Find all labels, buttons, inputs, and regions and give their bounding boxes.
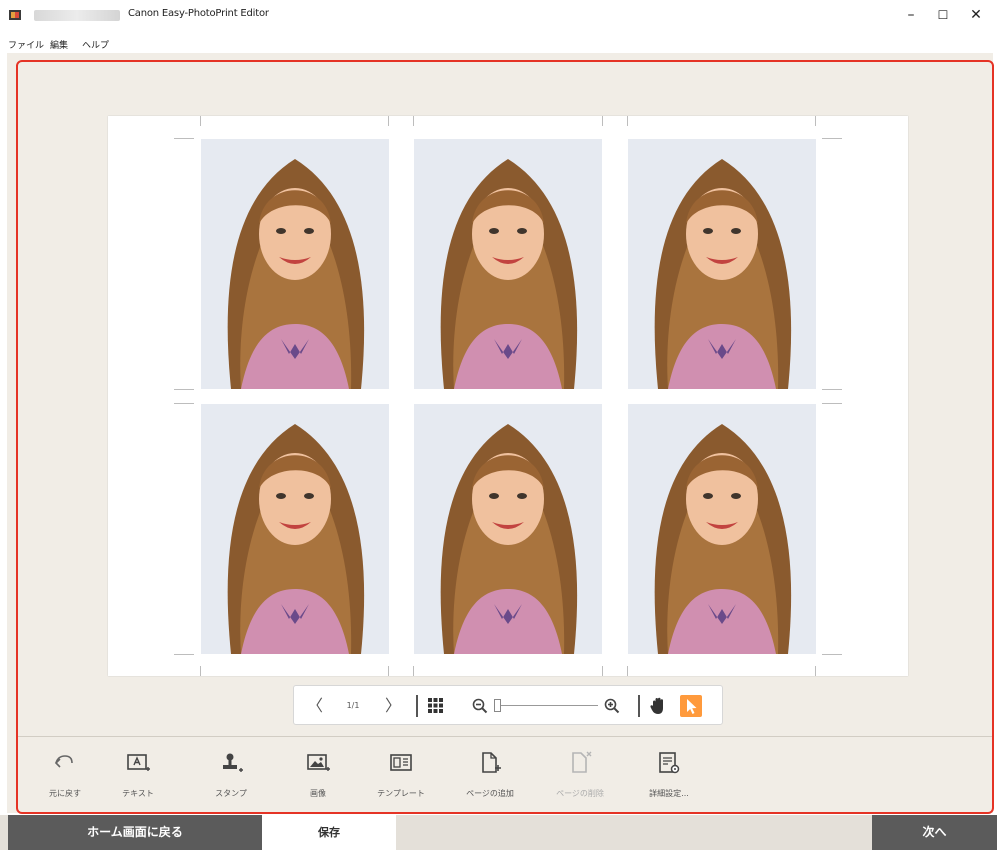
window-title: Canon Easy-PhotoPrint Editor xyxy=(128,8,269,19)
return-home-button[interactable]: ホーム画面に戻る xyxy=(8,815,262,850)
menu-bar: ファイル 編集 ヘルプ xyxy=(0,34,997,51)
close-button[interactable]: ✕ xyxy=(961,5,991,25)
highlight-frame xyxy=(16,60,994,814)
title-bar: Canon Easy-PhotoPrint Editor – ☐ ✕ xyxy=(0,0,997,30)
app-icon xyxy=(9,10,21,20)
menu-file[interactable]: ファイル xyxy=(8,38,44,51)
menu-help[interactable]: ヘルプ xyxy=(82,38,109,51)
next-button[interactable]: 次へ xyxy=(872,815,997,850)
save-button[interactable]: 保存 xyxy=(262,815,396,850)
blurred-title-prefix xyxy=(34,10,120,21)
minimize-button[interactable]: – xyxy=(896,5,926,25)
maximize-button[interactable]: ☐ xyxy=(928,5,958,25)
menu-edit[interactable]: 編集 xyxy=(50,38,68,51)
